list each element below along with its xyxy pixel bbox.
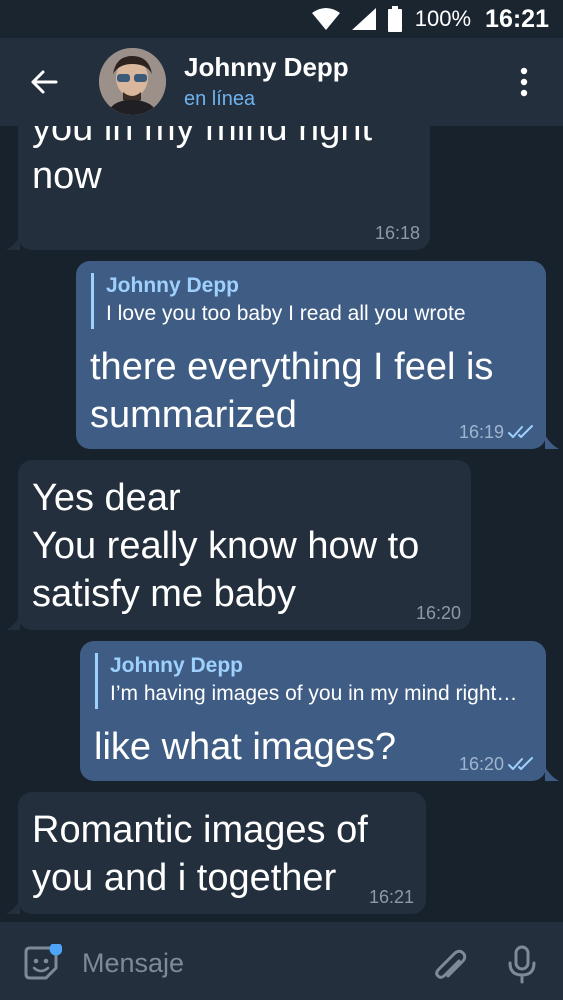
arrow-left-icon [31,70,58,94]
message-time: 16:20 [458,754,504,774]
signal-icon [351,8,376,30]
message-text: like what images? [94,726,397,768]
bubble-tail [6,616,20,630]
bubble-tail [545,767,559,781]
battery-percent: 100% [414,6,472,31]
bubble-tail [545,435,559,449]
paperclip-icon [435,949,467,979]
more-vertical-icon [520,67,528,97]
wifi-icon [311,8,340,30]
message-time: 16:18 [374,223,420,243]
message-time: 16:20 [415,603,461,623]
chat-status: en línea [184,88,256,110]
status-bar: 100% 16:21 [0,0,563,38]
reply-author: Johnny Depp [110,654,244,677]
message-text: Romantic images of you and i together [32,809,368,899]
avatar[interactable] [99,48,166,115]
outgoing-message[interactable]: Johnny Depp I love you too baby I read a… [76,261,546,449]
status-time: 16:21 [485,4,549,33]
message-list[interactable]: I'm having images of you in my mind righ… [0,126,563,922]
message-time: 16:21 [368,887,414,907]
attach-button[interactable] [430,944,470,984]
reply-text: I love you too baby I read all you wrote [106,302,466,325]
outgoing-message[interactable]: Johnny Depp I’m having images of you in … [80,641,546,781]
message-text: I'm having images of you in my mind righ… [32,126,373,197]
bubble-tail [6,236,20,250]
bubble-tail [6,900,20,914]
mic-button[interactable] [502,944,542,984]
sticker-emoji-icon [24,942,63,980]
menu-button[interactable] [508,62,540,102]
battery-icon [387,6,402,32]
reply-quote[interactable]: Johnny Depp I love you too baby I read a… [91,273,531,329]
reply-text: I’m having images of you in my mind righ… [110,682,518,705]
chat-header: Johnny Depp en línea [0,38,563,126]
chat-title[interactable]: Johnny Depp [184,52,349,83]
emoji-button[interactable] [22,942,63,984]
message-time: 16:19 [458,422,504,442]
message-input-bar [0,922,563,1000]
message-input[interactable] [82,946,402,980]
incoming-message[interactable]: Yes dear You really know how to satisfy … [18,460,471,630]
incoming-message[interactable]: I'm having images of you in my mind righ… [18,126,430,250]
back-button[interactable] [24,62,64,102]
incoming-message[interactable]: Romantic images of you and i together 16… [18,792,426,914]
double-check-icon [508,425,533,438]
message-text: there everything I feel is summarized [90,346,494,436]
microphone-icon [508,945,536,984]
message-text: Yes dear You really know how to satisfy … [32,477,420,615]
double-check-icon [508,757,533,770]
reply-quote[interactable]: Johnny Depp I’m having images of you in … [95,653,531,709]
reply-author: Johnny Depp [106,274,240,297]
